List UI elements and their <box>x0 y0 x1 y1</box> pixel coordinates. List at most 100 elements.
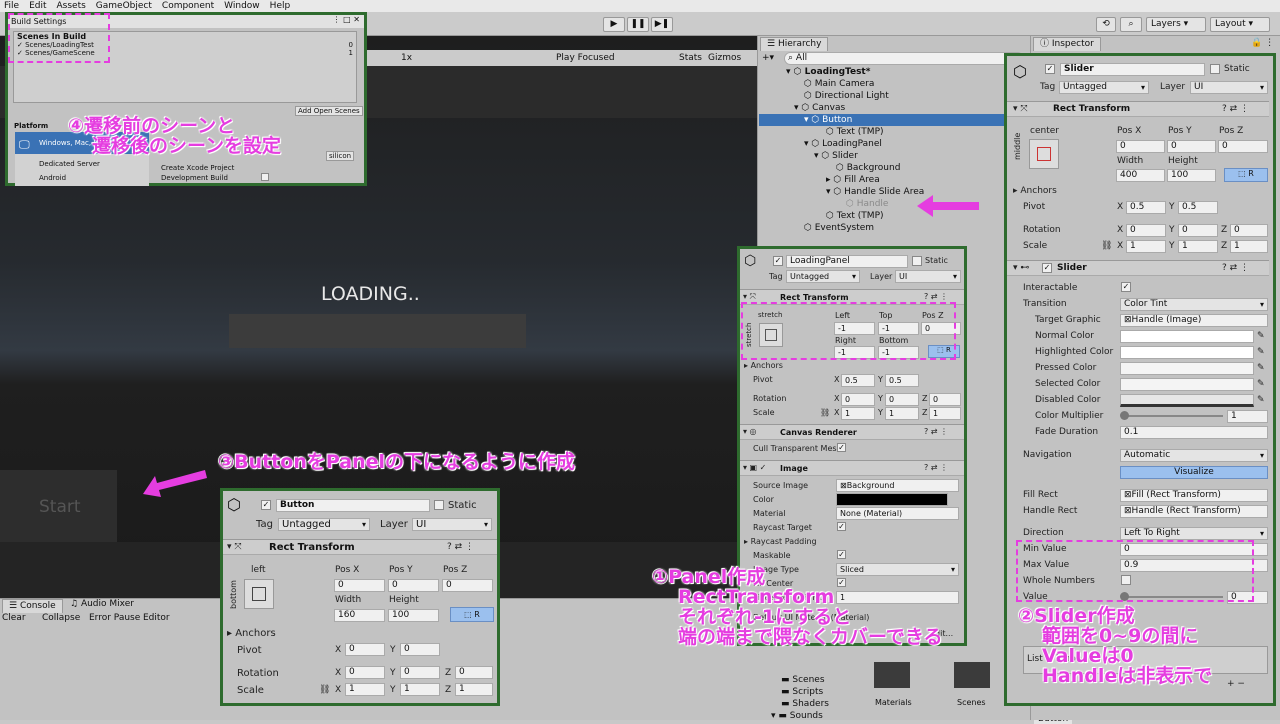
asset-thumbnail[interactable] <box>954 662 990 688</box>
link-icon[interactable]: ⛓ <box>319 685 330 695</box>
anchors-foldout[interactable]: ▸ Anchors <box>1013 186 1057 196</box>
cull-checkbox[interactable]: ✓ <box>837 443 846 452</box>
scale-z-field[interactable]: 1 <box>455 683 493 696</box>
history-icon[interactable]: ⟲ <box>1096 17 1116 32</box>
folder-item[interactable]: ▬ Scenes <box>781 674 825 686</box>
scale-x-field[interactable]: 1 <box>1126 240 1166 253</box>
collapse-icon[interactable]: ▾ ⤧ <box>743 292 756 302</box>
console-clear-button[interactable]: Clear <box>2 613 26 623</box>
anchors-foldout[interactable]: ▸ Anchors <box>744 361 783 370</box>
pivot-x-field[interactable]: 0 <box>345 643 385 656</box>
window-controls-icon[interactable]: ⋮ □ ✕ <box>333 15 360 24</box>
hierarchy-item[interactable]: ⬡ Directional Light <box>804 90 889 102</box>
pivot-x-field[interactable]: 0.5 <box>1126 201 1166 214</box>
lock-icon[interactable]: 🔒 ⋮ <box>1251 38 1274 48</box>
static-checkbox[interactable] <box>912 256 922 266</box>
anchor-preset-button[interactable] <box>244 579 274 609</box>
normal-color-field[interactable] <box>1120 330 1254 343</box>
add-remove-icon[interactable]: + − <box>1227 679 1245 689</box>
tag-dropdown[interactable]: Untagged <box>1059 81 1149 94</box>
interactable-checkbox[interactable]: ✓ <box>1121 282 1131 292</box>
rot-z-field[interactable]: 0 <box>455 666 493 679</box>
rot-y-field[interactable]: 0 <box>1178 224 1218 237</box>
rot-x-field[interactable]: 0 <box>345 666 385 679</box>
transition-dropdown[interactable]: Color Tint <box>1120 298 1268 311</box>
maskable-checkbox[interactable]: ✓ <box>837 550 846 559</box>
source-image-field[interactable]: ⊠Background <box>836 479 959 492</box>
hierarchy-item[interactable]: ⬡ EventSystem <box>804 222 874 234</box>
object-name-field[interactable]: LoadingPanel <box>786 255 908 268</box>
layer-dropdown[interactable]: UI <box>412 518 492 531</box>
tab-console[interactable]: ☰ Console <box>2 599 63 613</box>
active-checkbox[interactable]: ✓ <box>773 256 783 266</box>
menu-file[interactable]: File <box>4 0 19 12</box>
height-field[interactable]: 100 <box>388 609 439 622</box>
hierarchy-item[interactable]: ⬡ Handle <box>846 198 888 210</box>
collapse-icon[interactable]: ▾ ⤧ <box>1013 104 1028 114</box>
width-field[interactable]: 160 <box>334 609 385 622</box>
pivot-x-field[interactable]: 0.5 <box>841 374 875 387</box>
pause-button[interactable]: ❚❚ <box>627 17 649 32</box>
handle-rect-field[interactable]: ⊠Handle (Rect Transform) <box>1120 505 1268 518</box>
component-menu-icon[interactable]: ? ⇄ ⋮ <box>1222 263 1249 273</box>
rot-y-field[interactable]: 0 <box>400 666 440 679</box>
scale-y-field[interactable]: 1 <box>885 407 919 420</box>
pivot-y-field[interactable]: 0 <box>400 643 440 656</box>
folder-item[interactable]: ▾ ▬ Sounds <box>771 710 823 722</box>
menu-edit[interactable]: Edit <box>29 0 46 12</box>
object-name-field[interactable]: Button <box>276 499 430 512</box>
disabled-color-field[interactable] <box>1120 394 1254 407</box>
rot-y-field[interactable]: 0 <box>885 393 919 406</box>
fill-rect-field[interactable]: ⊠Fill (Rect Transform) <box>1120 489 1268 502</box>
eyedropper-icon[interactable]: ✎ <box>1257 347 1265 357</box>
component-menu-icon[interactable]: ? ⇄ ⋮ <box>1222 104 1249 114</box>
static-checkbox[interactable] <box>434 500 444 510</box>
selected-color-field[interactable] <box>1120 378 1254 391</box>
menu-component[interactable]: Component <box>162 0 214 12</box>
pivot-y-field[interactable]: 0.5 <box>885 374 919 387</box>
link-icon[interactable]: ⛓ <box>820 408 830 417</box>
image-icon[interactable]: ▾ ▣ ✓ <box>743 463 766 472</box>
hierarchy-item[interactable]: ▾ ⬡ Canvas <box>794 102 845 114</box>
renderer-icon[interactable]: ▾ ◎ <box>743 427 757 436</box>
hierarchy-item[interactable]: ▾ ⬡ Slider <box>814 150 858 162</box>
rot-z-field[interactable]: 0 <box>1230 224 1268 237</box>
tag-dropdown[interactable]: Untagged <box>278 518 370 531</box>
menu-help[interactable]: Help <box>270 0 291 12</box>
layer-dropdown[interactable]: UI <box>1190 81 1268 94</box>
console-editor-dropdown[interactable]: Editor <box>143 613 170 623</box>
hierarchy-item[interactable]: ⬡ Main Camera <box>804 78 874 90</box>
pressed-color-field[interactable] <box>1120 362 1254 375</box>
layer-dropdown[interactable]: UI <box>895 270 961 283</box>
anchors-foldout[interactable]: ▸ Anchors <box>227 628 276 639</box>
search-icon[interactable]: ⌕ <box>1120 17 1142 32</box>
rot-x-field[interactable]: 0 <box>841 393 875 406</box>
hierarchy-item[interactable]: ⬡ Text (TMP) <box>826 126 884 138</box>
target-graphic-field[interactable]: ⊠Handle (Image) <box>1120 314 1268 327</box>
posx-field[interactable]: 0 <box>1116 140 1165 153</box>
layers-dropdown[interactable]: Layers ▾ <box>1146 17 1206 32</box>
posx-field[interactable]: 0 <box>334 579 385 592</box>
active-checkbox[interactable]: ✓ <box>1045 64 1055 74</box>
zoom-value[interactable]: 1x <box>401 50 412 66</box>
posz-field[interactable]: 0 <box>1218 140 1268 153</box>
menu-assets[interactable]: Assets <box>57 0 86 12</box>
devbuild-checkbox[interactable] <box>261 173 269 181</box>
material-field[interactable]: None (Material) <box>836 507 959 520</box>
component-menu-icon[interactable]: ? ⇄ ⋮ <box>924 427 948 436</box>
hierarchy-item[interactable]: ▾ ⬡ LoadingPanel <box>804 138 882 150</box>
raycast-padding-foldout[interactable]: ▸ Raycast Padding <box>744 537 817 546</box>
posy-field[interactable]: 0 <box>388 579 439 592</box>
pivot-y-field[interactable]: 0.5 <box>1178 201 1218 214</box>
scale-x-field[interactable]: 1 <box>841 407 875 420</box>
posy-field[interactable]: 0 <box>1167 140 1216 153</box>
hierarchy-item[interactable]: ▾ ⬡ Handle Slide Area <box>826 186 924 198</box>
static-checkbox[interactable] <box>1210 64 1220 74</box>
component-menu-icon[interactable]: ? ⇄ ⋮ <box>447 542 474 552</box>
visualize-button[interactable]: Visualize <box>1120 466 1268 479</box>
hierarchy-item[interactable]: ⬡ Background <box>836 162 900 174</box>
eyedropper-icon[interactable]: ✎ <box>1257 395 1265 405</box>
scale-z-field[interactable]: 1 <box>1230 240 1268 253</box>
slider-enabled-checkbox[interactable]: ✓ <box>1042 263 1052 273</box>
scale-y-field[interactable]: 1 <box>400 683 440 696</box>
